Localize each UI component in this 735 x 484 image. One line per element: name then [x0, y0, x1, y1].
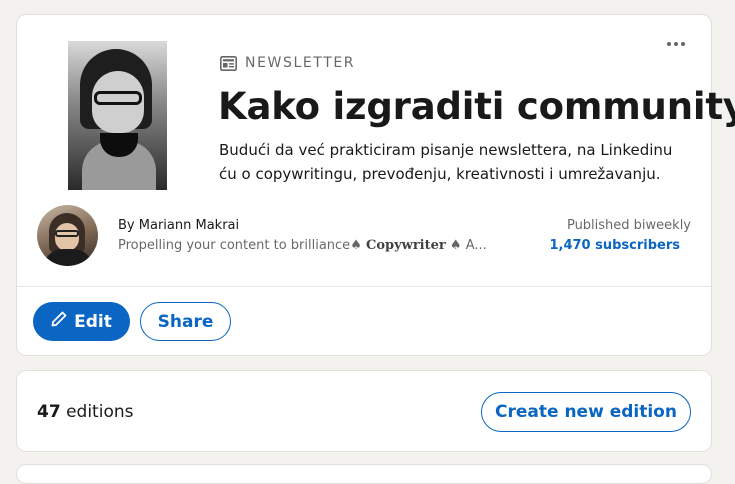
edit-button-label: Edit: [74, 311, 112, 332]
newsletter-description: Budući da već prakticiram pisanje newsle…: [219, 141, 673, 183]
more-options-icon[interactable]: [661, 31, 691, 57]
create-new-edition-label: Create new edition: [495, 402, 677, 422]
author-name-link[interactable]: Mariann Makrai: [139, 218, 239, 233]
subscribers-link[interactable]: 1,470 subscribers: [549, 238, 680, 253]
pencil-icon: [51, 311, 67, 332]
author-avatar[interactable]: [37, 205, 98, 266]
editions-card: 47 editions Create new edition: [16, 370, 712, 452]
newsletter-cover-image: [68, 41, 167, 190]
spade-icon: ♠: [449, 238, 462, 253]
author-tagline: Propelling your content to brilliance♠ C…: [118, 238, 498, 253]
newsletter-kicker-label: NEWSLETTER: [245, 55, 356, 71]
author-byline: By Mariann Makrai: [118, 218, 239, 233]
publish-frequency: Published biweekly: [566, 218, 691, 233]
editions-count: 47 editions: [37, 402, 133, 422]
spade-icon: ♠: [350, 238, 362, 253]
newsletter-card: NEWSLETTER Kako izgraditi community Budu…: [16, 14, 735, 356]
next-card: [16, 464, 712, 484]
editions-count-label: editions: [66, 402, 134, 422]
by-label: By: [118, 218, 135, 233]
newspaper-icon: [220, 55, 237, 71]
tagline-prefix: Propelling your content to brilliance: [118, 238, 351, 253]
create-new-edition-button[interactable]: Create new edition: [481, 392, 691, 432]
tagline-suffix: A...: [465, 238, 487, 253]
edit-button[interactable]: Edit: [33, 302, 130, 341]
editions-count-number: 47: [37, 402, 61, 422]
divider: [17, 286, 711, 287]
share-button[interactable]: Share: [140, 302, 231, 341]
tagline-bold: Copywriter: [365, 238, 446, 253]
newsletter-kicker: NEWSLETTER: [220, 55, 355, 71]
share-button-label: Share: [157, 311, 214, 332]
newsletter-title: Kako izgraditi community: [218, 85, 735, 128]
